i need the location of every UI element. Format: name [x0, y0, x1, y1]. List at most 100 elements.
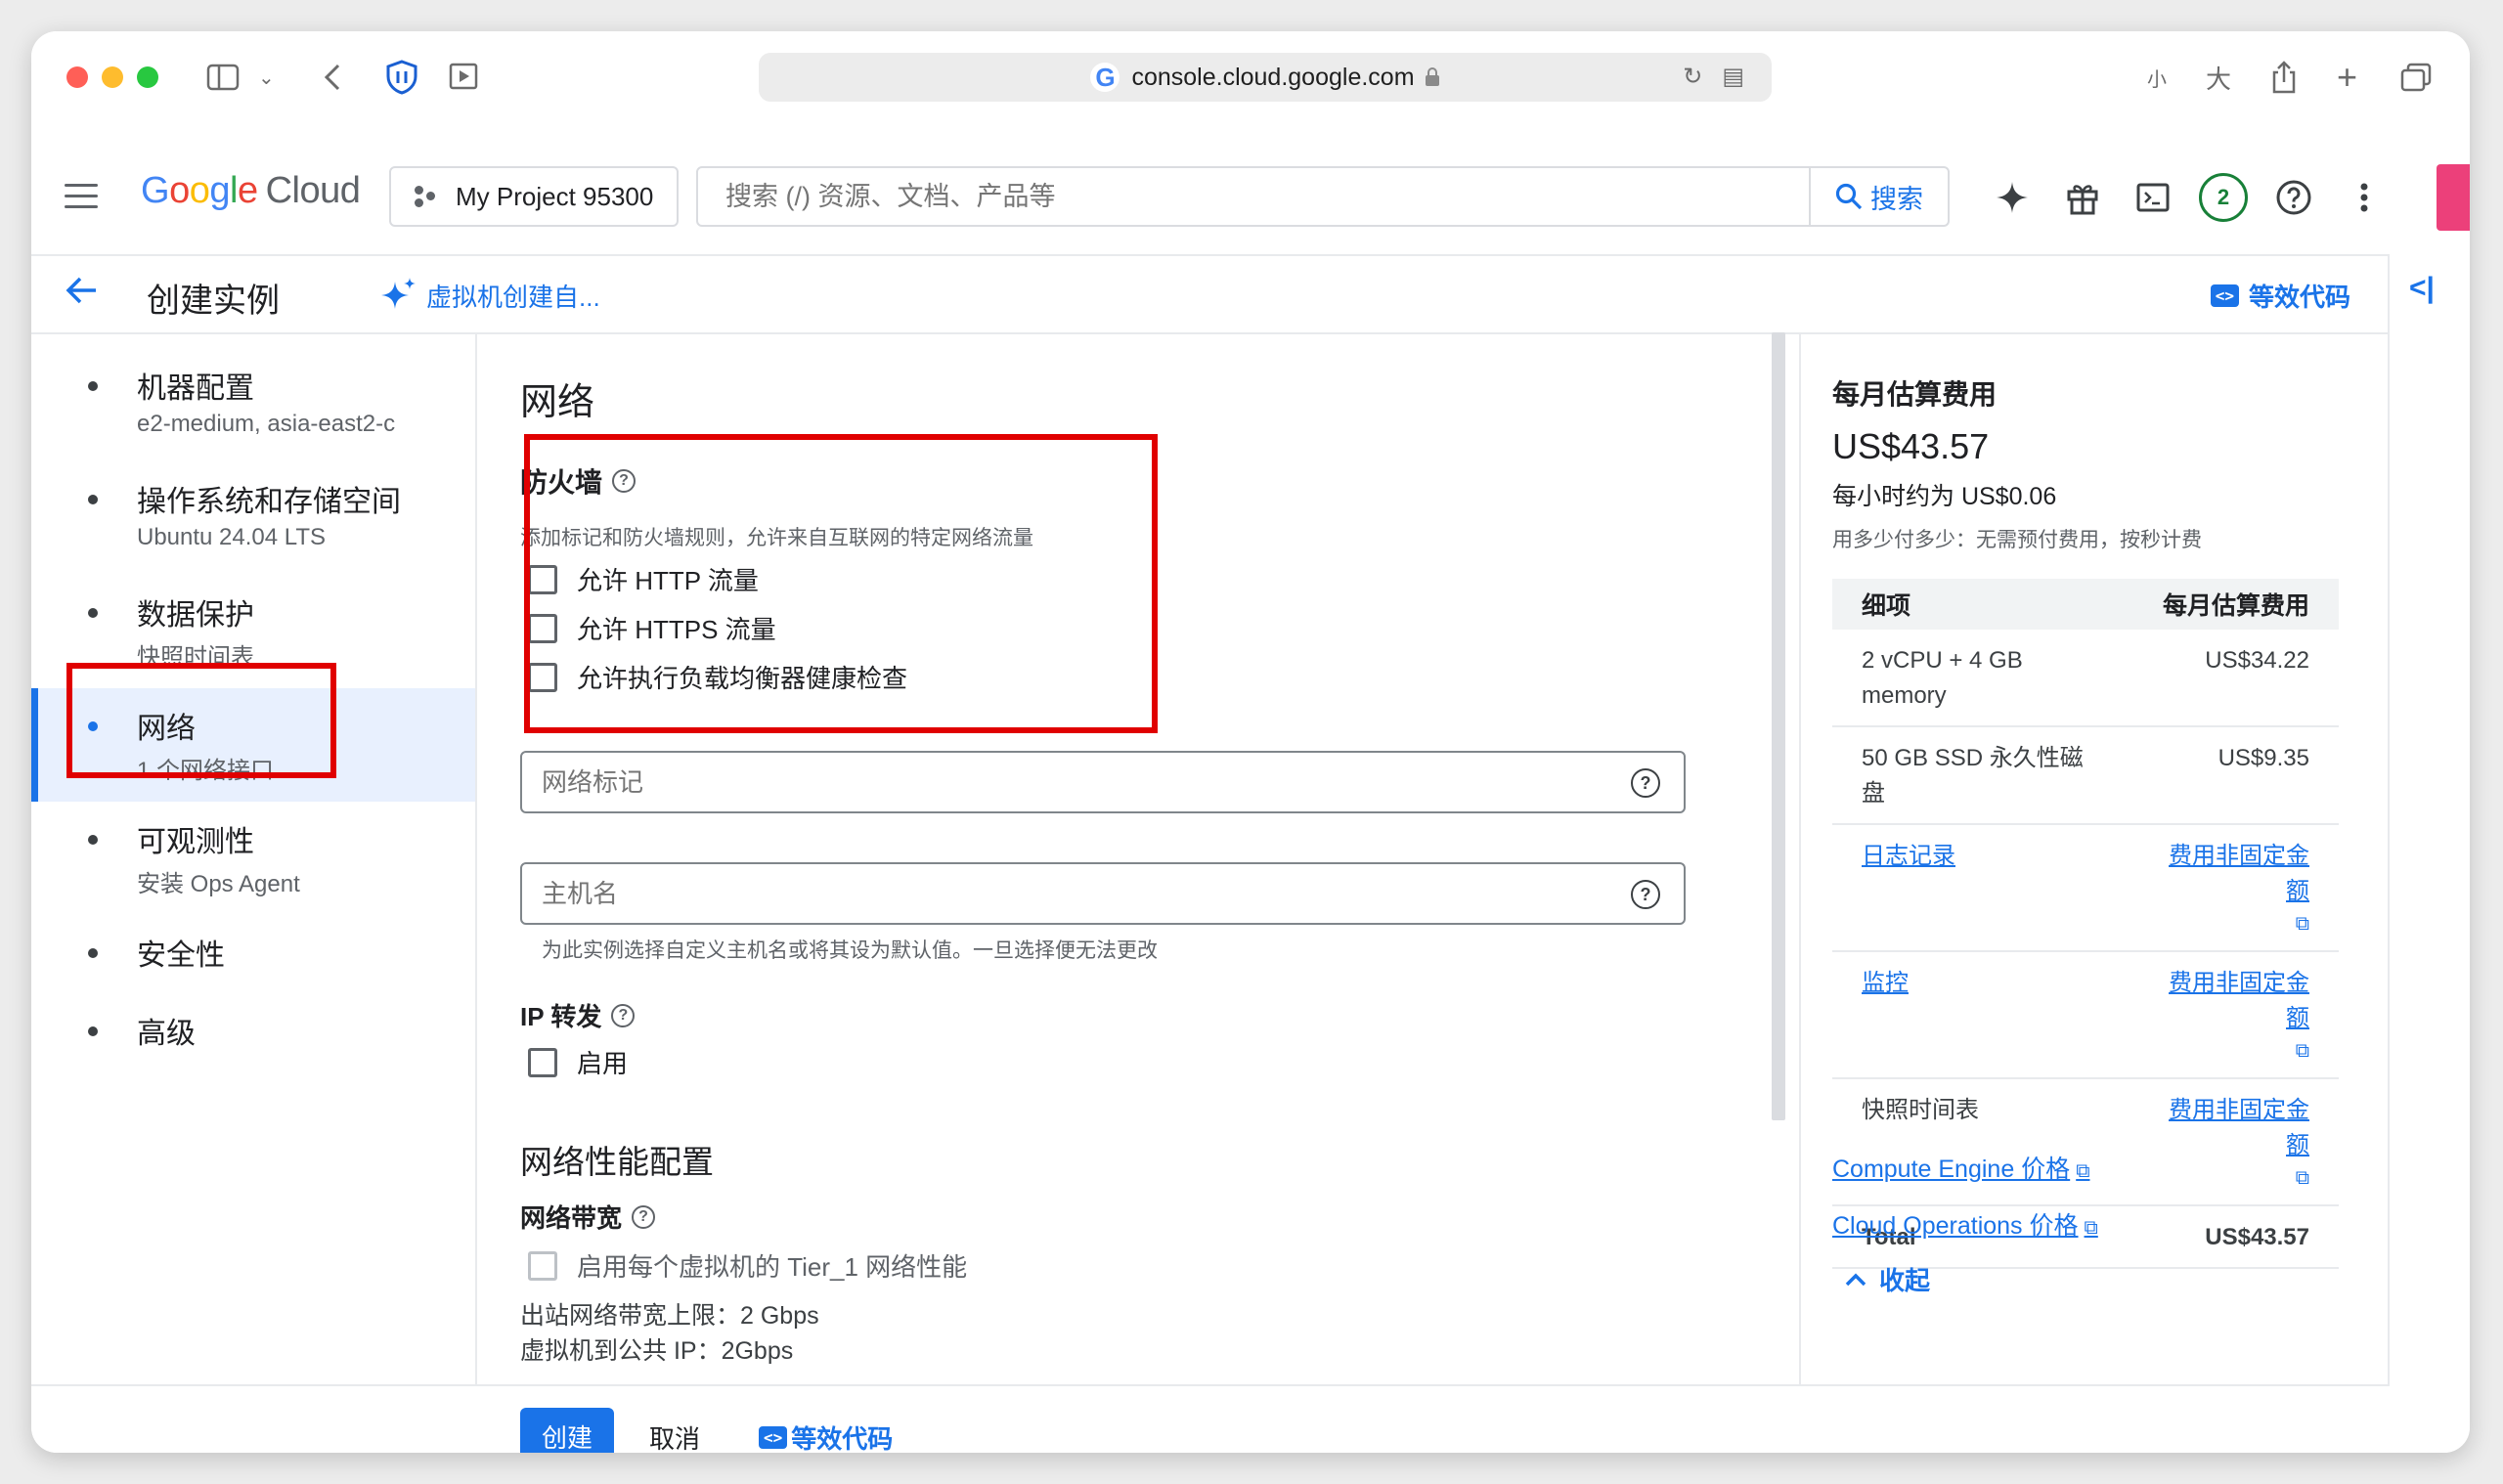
step-navigation: 机器配置 e2-medium, asia-east2-c 操作系统和存储空间 U… [31, 332, 477, 1384]
help-icon[interactable] [2259, 170, 2329, 225]
nav-item-advanced[interactable]: 高级 [31, 993, 475, 1071]
compute-engine-pricing-label: Compute Engine 价格 [1832, 1156, 2071, 1183]
help-icon[interactable]: ? [1631, 768, 1660, 798]
code-icon: <> [2210, 284, 2239, 307]
logging-link[interactable]: 日志记录 [1832, 824, 2126, 952]
tab-overview-icon[interactable] [2399, 57, 2433, 98]
new-tab-icon[interactable]: + [2337, 57, 2357, 98]
search-bar: 搜索 [696, 166, 1950, 227]
media-extension-icon[interactable] [448, 57, 483, 98]
bullet [88, 1026, 98, 1036]
bullet [88, 495, 98, 504]
collapse-button[interactable]: 收起 [1844, 1261, 1930, 1297]
equivalent-code-link[interactable]: <> 等效代码 [2210, 278, 2350, 314]
sidebar-toggle-icon[interactable] [203, 57, 242, 98]
nav-item-sub: Ubuntu 24.04 LTS [137, 524, 327, 550]
nav-item-os-storage[interactable]: 操作系统和存储空间 Ubuntu 24.04 LTS [31, 461, 475, 569]
row-cost-cell: 费用非固定金额 ⧉ [2126, 824, 2339, 952]
ai-create-link-label: 虚拟机创建自... [426, 282, 600, 312]
monitoring-link[interactable]: 监控 [1832, 951, 2126, 1079]
project-picker-button[interactable]: My Project 95300 [389, 166, 679, 227]
reader-icon[interactable]: ▤ [1722, 63, 1744, 91]
external-link-icon[interactable]: ⧉ [2155, 909, 2309, 938]
ip-forwarding-title-text: IP 转发 [520, 1002, 602, 1031]
collapse-label: 收起 [1879, 1266, 1931, 1295]
equivalent-code-button-label: 等效代码 [791, 1424, 894, 1453]
side-panel-tab[interactable] [2437, 164, 2470, 231]
row-cost-cell: 费用非固定金额 ⧉ [2126, 951, 2339, 1079]
browser-window: ⌄ G console.cloud.google.com ↻ ▤ 小 大 + G… [31, 31, 2470, 1453]
variable-cost-link[interactable]: 费用非固定金额 [2169, 1097, 2309, 1158]
search-input[interactable] [698, 180, 1809, 213]
share-icon[interactable] [2270, 57, 2298, 98]
cloud-shell-icon[interactable] [2118, 170, 2188, 225]
reload-icon[interactable]: ↻ [1683, 63, 1702, 91]
close-window-button[interactable] [66, 66, 88, 88]
hostname-hint: 为此实例选择自定义主机名或将其设为默认值。一旦选择便无法更改 [542, 939, 1158, 962]
external-link-icon[interactable]: ⧉ [2155, 1163, 2309, 1193]
cancel-button[interactable]: 取消 [649, 1419, 700, 1453]
nav-item-security[interactable]: 安全性 [31, 915, 475, 993]
checkbox-box[interactable] [528, 1047, 557, 1077]
minimize-window-button[interactable] [102, 66, 123, 88]
hostname-input[interactable] [522, 864, 1598, 923]
notifications-badge[interactable]: 2 [2188, 170, 2259, 225]
help-icon[interactable]: ? [632, 1204, 656, 1229]
variable-cost-link[interactable]: 费用非固定金额 [2169, 970, 2309, 1031]
back-nav-icon[interactable] [323, 57, 342, 98]
collapse-panel-icon[interactable]: <| [2409, 272, 2435, 305]
shield-extension-icon[interactable] [385, 57, 418, 98]
ai-create-link[interactable]: 虚拟机创建自... [379, 276, 600, 315]
nav-item-label: 数据保护 [137, 599, 254, 632]
back-arrow-icon[interactable] [65, 272, 100, 316]
bullet [88, 948, 98, 958]
variable-cost-link[interactable]: 费用非固定金额 [2169, 843, 2309, 904]
text-larger-button[interactable]: 大 [2206, 57, 2231, 98]
main-scrollbar[interactable] [1772, 332, 1785, 1120]
help-icon[interactable]: ? [1631, 880, 1660, 909]
create-button[interactable]: 创建 [520, 1408, 614, 1453]
external-link-icon[interactable]: ⧉ [2155, 1036, 2309, 1066]
search-button[interactable]: 搜索 [1809, 168, 1948, 225]
column-header-item: 细项 [1832, 579, 2126, 630]
external-link-icon: ⧉ [2084, 1217, 2098, 1239]
hourly-cost: 每小时约为 US$0.06 [1832, 483, 2057, 510]
browser-toolbar: ⌄ G console.cloud.google.com ↻ ▤ 小 大 + [31, 31, 2470, 141]
text-smaller-button[interactable]: 小 [2147, 57, 2167, 98]
checkbox-box[interactable] [528, 1250, 557, 1281]
google-favicon-icon: G [1090, 63, 1120, 92]
nav-item-label: 可观测性 [137, 826, 254, 858]
lock-icon [1425, 67, 1439, 86]
external-link-icon: ⧉ [2076, 1160, 2090, 1182]
egress-bandwidth-text: 出站网络带宽上限：2 Gbps [520, 1302, 819, 1330]
ip-forwarding-checkbox[interactable]: 启用 [528, 1044, 628, 1080]
network-tags-input[interactable] [522, 753, 1598, 811]
chevron-down-icon[interactable]: ⌄ [258, 57, 275, 98]
network-bandwidth-title: 网络带宽 ? [520, 1199, 656, 1235]
code-icon: <> [759, 1426, 788, 1449]
public-ip-bandwidth-text: 虚拟机到公共 IP：2Gbps [520, 1337, 794, 1365]
gemini-sparkle-icon[interactable] [1977, 170, 2047, 225]
google-cloud-logo[interactable]: Google Cloud [141, 170, 361, 212]
right-rail: <| [2388, 254, 2470, 1453]
table-row: 快照时间表 费用非固定金额 ⧉ [1832, 1078, 2339, 1206]
compute-engine-pricing-link[interactable]: Compute Engine 价格 ⧉ [1832, 1150, 2089, 1185]
table-row: 50 GB SSD 永久性磁盘 US$9.35 [1832, 726, 2339, 825]
nav-item-machine[interactable]: 机器配置 e2-medium, asia-east2-c [31, 348, 475, 456]
nav-item-sub: e2-medium, asia-east2-c [137, 411, 396, 437]
row-item: 50 GB SSD 永久性磁盘 [1832, 726, 2126, 825]
chevron-up-icon [1845, 1273, 1866, 1286]
gift-icon[interactable] [2047, 170, 2118, 225]
more-options-icon[interactable] [2329, 170, 2399, 225]
main-menu-icon[interactable] [65, 184, 98, 216]
cloud-operations-pricing-link[interactable]: Cloud Operations 价格 ⧉ [1832, 1206, 2098, 1242]
help-icon[interactable]: ? [611, 1003, 636, 1027]
zoom-window-button[interactable] [137, 66, 158, 88]
row-cost-cell: 费用非固定金额 ⧉ [2126, 1078, 2339, 1206]
address-bar[interactable]: G console.cloud.google.com ↻ ▤ [759, 53, 1772, 102]
nav-item-observability[interactable]: 可观测性 安装 Ops Agent [31, 802, 475, 909]
nav-item-label: 高级 [137, 1018, 196, 1050]
equivalent-code-button[interactable]: <> 等效代码 [759, 1419, 893, 1453]
page-title: 创建实例 [147, 283, 280, 320]
tier1-checkbox[interactable]: 启用每个虚拟机的 Tier_1 网络性能 [528, 1247, 967, 1284]
